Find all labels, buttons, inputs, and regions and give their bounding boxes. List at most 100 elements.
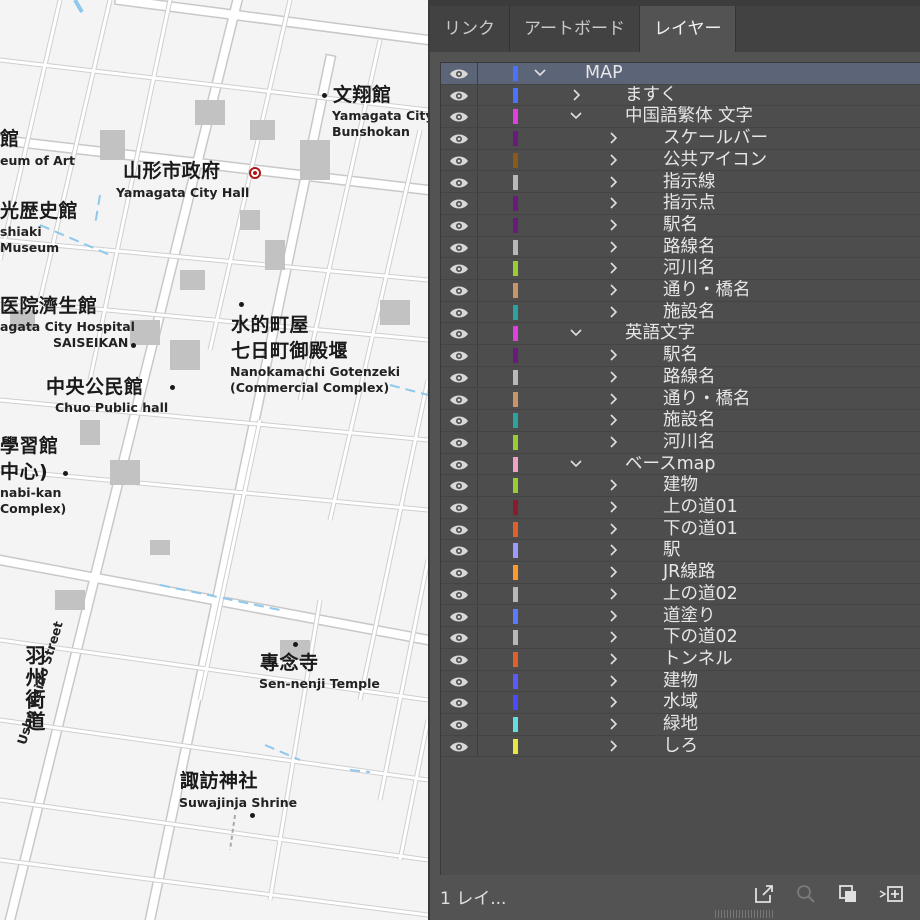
layer-name[interactable]: 路線名: [663, 367, 716, 388]
visibility-eye-icon[interactable]: [449, 328, 469, 340]
lock-column[interactable]: [477, 149, 478, 171]
visibility-eye-icon[interactable]: [449, 155, 469, 167]
chevron-right-icon[interactable]: [606, 304, 620, 324]
layer-name[interactable]: 建物: [663, 475, 698, 496]
chevron-down-icon[interactable]: [533, 65, 547, 85]
layer-name[interactable]: 路線名: [663, 237, 716, 258]
visibility-eye-icon[interactable]: [449, 177, 469, 189]
visibility-eye-icon[interactable]: [449, 632, 469, 644]
lock-column[interactable]: [477, 63, 478, 84]
visibility-eye-icon[interactable]: [449, 307, 469, 319]
layer-name[interactable]: 緑地: [663, 714, 698, 735]
layer-row[interactable]: 河川名: [441, 258, 920, 280]
layer-row[interactable]: 中国語繁体 文字: [441, 106, 920, 129]
layer-name[interactable]: 下の道01: [663, 519, 738, 540]
layer-row[interactable]: トンネル: [441, 648, 920, 671]
visibility-eye-icon[interactable]: [449, 111, 469, 123]
lock-column[interactable]: [477, 258, 478, 279]
layer-row[interactable]: 駅名: [441, 214, 920, 237]
layer-name[interactable]: 河川名: [663, 432, 716, 453]
layer-row[interactable]: 施設名: [441, 410, 920, 432]
lock-column[interactable]: [477, 301, 478, 323]
layer-row[interactable]: ますく: [441, 84, 920, 107]
chevron-right-icon[interactable]: [606, 564, 620, 584]
layer-row[interactable]: 水域: [441, 692, 920, 714]
layer-row[interactable]: 駅: [441, 540, 920, 563]
chevron-right-icon[interactable]: [606, 152, 620, 172]
layer-name[interactable]: ベースmap: [625, 454, 716, 475]
chevron-right-icon[interactable]: [606, 673, 620, 693]
layer-name[interactable]: 指示線: [663, 172, 716, 193]
lock-column[interactable]: [477, 128, 478, 149]
visibility-eye-icon[interactable]: [449, 676, 469, 688]
layer-name[interactable]: 指示点: [663, 193, 716, 214]
visibility-eye-icon[interactable]: [449, 502, 469, 514]
chevron-right-icon[interactable]: [606, 716, 620, 736]
lock-column[interactable]: [477, 714, 478, 735]
chevron-right-icon[interactable]: [606, 217, 620, 237]
lock-column[interactable]: [477, 171, 478, 193]
layer-row[interactable]: スケールバー: [441, 128, 920, 150]
visibility-eye-icon[interactable]: [449, 68, 469, 80]
chevron-down-icon[interactable]: [569, 325, 583, 345]
layer-name[interactable]: JR線路: [663, 562, 715, 583]
chevron-down-icon[interactable]: [569, 108, 583, 128]
lock-column[interactable]: [477, 562, 478, 583]
layer-row[interactable]: 指示点: [441, 193, 920, 215]
lock-column[interactable]: [477, 410, 478, 431]
layer-name[interactable]: 施設名: [663, 302, 716, 323]
layer-name[interactable]: トンネル: [663, 649, 733, 670]
layer-row[interactable]: MAP: [441, 63, 920, 85]
chevron-down-icon[interactable]: [569, 456, 583, 476]
visibility-eye-icon[interactable]: [449, 480, 469, 492]
lock-column[interactable]: [477, 236, 478, 258]
layer-row[interactable]: JR線路: [441, 562, 920, 584]
layer-row[interactable]: 指示線: [441, 171, 920, 194]
visibility-eye-icon[interactable]: [449, 545, 469, 557]
layer-row[interactable]: 路線名: [441, 236, 920, 259]
visibility-eye-icon[interactable]: [449, 372, 469, 384]
chevron-right-icon[interactable]: [606, 412, 620, 432]
layer-name[interactable]: 施設名: [663, 410, 716, 431]
chevron-right-icon[interactable]: [606, 391, 620, 411]
tab-artboards[interactable]: アートボード: [510, 6, 640, 52]
lock-column[interactable]: [477, 280, 478, 301]
lock-column[interactable]: [477, 193, 478, 214]
lock-column[interactable]: [477, 214, 478, 236]
layer-name[interactable]: 駅: [663, 540, 681, 561]
layer-row[interactable]: 下の道01: [441, 518, 920, 541]
visibility-eye-icon[interactable]: [449, 741, 469, 753]
layer-name[interactable]: 通り・橋名: [663, 389, 751, 410]
chevron-right-icon[interactable]: [606, 477, 620, 497]
visibility-eye-icon[interactable]: [449, 697, 469, 709]
lock-column[interactable]: [477, 366, 478, 388]
lock-column[interactable]: [477, 670, 478, 692]
visibility-eye-icon[interactable]: [449, 198, 469, 210]
visibility-eye-icon[interactable]: [449, 394, 469, 406]
lock-column[interactable]: [477, 106, 478, 128]
layer-name[interactable]: 英語文字: [625, 323, 695, 344]
lock-column[interactable]: [477, 497, 478, 518]
layer-row[interactable]: 公共アイコン: [441, 149, 920, 172]
layer-name[interactable]: スケールバー: [663, 128, 768, 149]
layer-name[interactable]: 駅名: [663, 215, 698, 236]
chevron-right-icon[interactable]: [606, 174, 620, 194]
layer-row[interactable]: 上の道01: [441, 497, 920, 519]
layer-name[interactable]: ますく: [625, 85, 678, 106]
layer-name[interactable]: 通り・橋名: [663, 280, 751, 301]
layer-list[interactable]: MAP ますく 中国語繁体 文字 スケールバー 公共アイコン 指示線 指示点 駅名 路線名 河川名…: [440, 62, 920, 875]
lock-column[interactable]: [477, 84, 478, 106]
lock-column[interactable]: [477, 627, 478, 648]
layer-name[interactable]: 河川名: [663, 258, 716, 279]
chevron-right-icon[interactable]: [606, 586, 620, 606]
layer-name[interactable]: 上の道01: [663, 497, 738, 518]
layer-row[interactable]: 緑地: [441, 714, 920, 736]
visibility-eye-icon[interactable]: [449, 90, 469, 102]
collect-icon[interactable]: [836, 882, 860, 906]
tab-links[interactable]: リンク: [430, 6, 510, 52]
resize-grip[interactable]: [715, 910, 775, 918]
layer-row[interactable]: 上の道02: [441, 583, 920, 606]
visibility-eye-icon[interactable]: [449, 263, 469, 275]
chevron-right-icon[interactable]: [606, 738, 620, 758]
layer-name[interactable]: 下の道02: [663, 627, 738, 648]
